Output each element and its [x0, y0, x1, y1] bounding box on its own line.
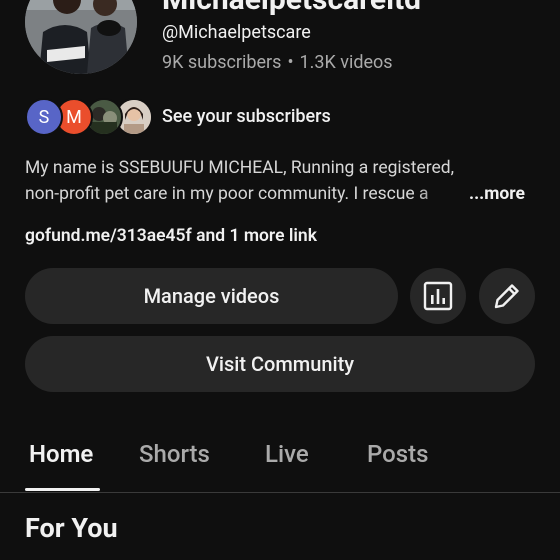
description-fade: [415, 181, 465, 207]
active-tab-indicator: [25, 488, 100, 491]
channel-description[interactable]: My name is SSEBUUFU MICHEAL, Running a r…: [25, 155, 535, 207]
channel-avatar-photo: [25, 0, 137, 74]
subscriber-avatars[interactable]: S M: [25, 98, 153, 136]
subscriber-count: 9K subscribers: [162, 52, 282, 73]
gofundme-link[interactable]: gofund.me/313ae45f: [25, 226, 192, 246]
channel-links[interactable]: gofund.me/313ae45f and 1 more link: [25, 226, 317, 246]
section-title-for-you: For You: [25, 512, 118, 544]
channel-stats: 9K subscribers • 1.3K videos: [162, 52, 393, 73]
see-subscribers-link[interactable]: See your subscribers: [162, 106, 331, 127]
more-links-label[interactable]: and 1 more link: [192, 226, 317, 246]
channel-tabs: Home Shorts Live Posts: [0, 420, 560, 493]
analytics-icon: [423, 281, 453, 311]
tab-posts[interactable]: Posts: [367, 440, 428, 468]
edit-channel-button[interactable]: [479, 268, 535, 324]
channel-avatar[interactable]: [25, 0, 137, 74]
tab-home[interactable]: Home: [29, 440, 93, 468]
analytics-button[interactable]: [410, 268, 466, 324]
video-count: 1.3K videos: [299, 52, 393, 73]
tab-live[interactable]: Live: [265, 440, 309, 468]
visit-community-button[interactable]: Visit Community: [25, 336, 535, 392]
more-button[interactable]: ...more: [465, 181, 525, 207]
description-line-2-text: non-profit pet care in my poor community…: [25, 184, 429, 204]
channel-name: Michaelpetscareltd: [162, 0, 421, 17]
description-line-1: My name is SSEBUUFU MICHEAL, Running a r…: [25, 158, 455, 178]
subscriber-avatar-s: S: [25, 98, 63, 136]
channel-page: Michaelpetscareltd @Michaelpetscare 9K s…: [0, 0, 560, 560]
manage-videos-button[interactable]: Manage videos: [25, 268, 398, 324]
description-line-2: non-profit pet care in my poor community…: [25, 181, 535, 207]
stats-separator: •: [287, 52, 294, 73]
tab-shorts[interactable]: Shorts: [139, 440, 210, 468]
pencil-icon: [494, 284, 519, 309]
channel-handle: @Michaelpetscare: [162, 22, 311, 43]
